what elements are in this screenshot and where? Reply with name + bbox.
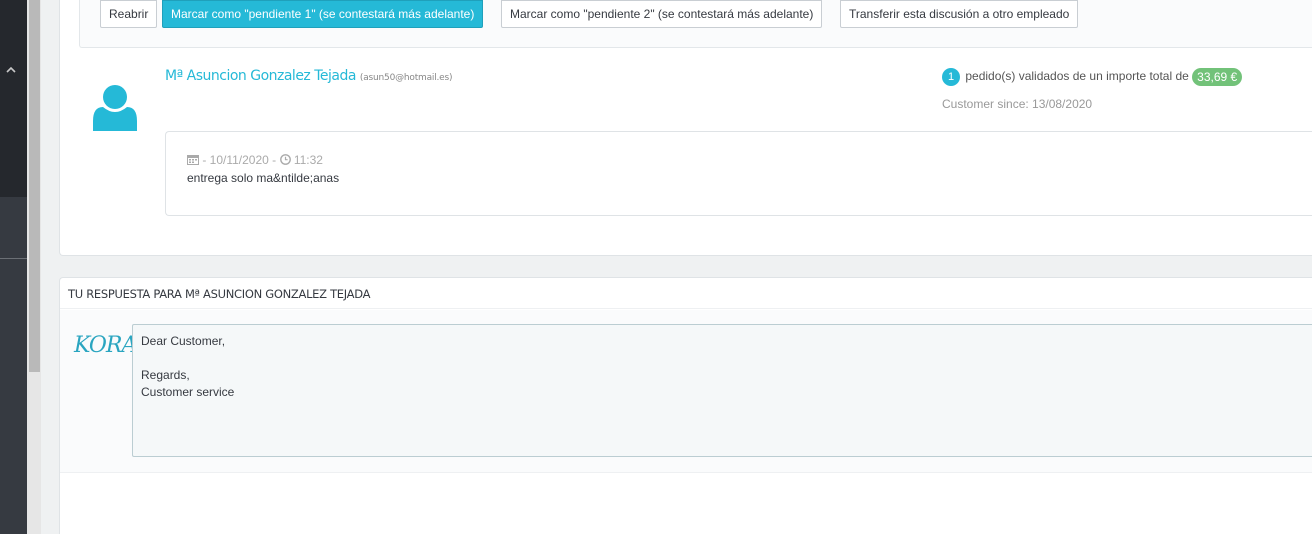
reply-card: TU RESPUESTA PARA Mª ASUNCION GONZALEZ T… [59,277,1312,534]
reply-title: TU RESPUESTA PARA Mª ASUNCION GONZALEZ T… [68,287,371,301]
reply-header: TU RESPUESTA PARA Mª ASUNCION GONZALEZ T… [60,278,1312,309]
orders-amount-badge: 33,69 € [1192,68,1243,86]
message-text: entrega solo ma&ntilde;anas [187,171,340,185]
admin-sidebar [0,0,27,534]
calendar-icon [187,154,199,168]
mark-pending-1-button[interactable]: Marcar como "pendiente 1" (se contestará… [162,0,484,28]
sidebar-active-block [0,0,27,197]
thread-card: Reabrir Marcar como "pendiente 1" (se co… [59,0,1312,256]
message-date: - 10/11/2020 - [199,153,280,167]
thread-actions-bar: Reabrir Marcar como "pendiente 1" (se co… [79,0,1312,48]
customer-name[interactable]: Mª Asuncion Gonzalez Tejada [165,68,356,84]
reply-textarea[interactable]: Dear Customer, Regards, Customer service [132,324,1312,457]
reply-body: KORA Dear Customer, Regards, Customer se… [60,310,1312,473]
message-box: - 10/11/2020 - 11:32 entrega solo ma&nti… [165,131,1312,216]
transfer-discussion-button[interactable]: Transferir esta discusión a otro emplead… [840,0,1079,28]
scrollbar-thumb[interactable] [29,0,40,372]
mark-pending-2-button[interactable]: Marcar como "pendiente 2" (se contestará… [501,0,823,28]
reopen-button[interactable]: Reabrir [100,0,158,28]
orders-text: pedido(s) validados de un importe total … [965,69,1189,84]
chevron-up-icon[interactable] [5,64,17,78]
clock-icon [279,154,291,168]
customer-name-link[interactable]: Mª Asuncion Gonzalez Tejada (asun50@hotm… [165,68,453,84]
message-meta: - 10/11/2020 - 11:32 [187,153,323,168]
customer-since: Customer since: 13/08/2020 [942,97,1093,111]
shop-logo: KORA [74,333,137,358]
sidebar-divider [0,258,27,259]
user-avatar-icon [93,85,137,131]
customer-orders-summary: 1 pedido(s) validados de un importe tota… [942,68,1243,86]
orders-count-badge: 1 [942,68,960,86]
message-time: 11:32 [290,153,323,167]
customer-email: (asun50@hotmail.es) [359,73,453,83]
